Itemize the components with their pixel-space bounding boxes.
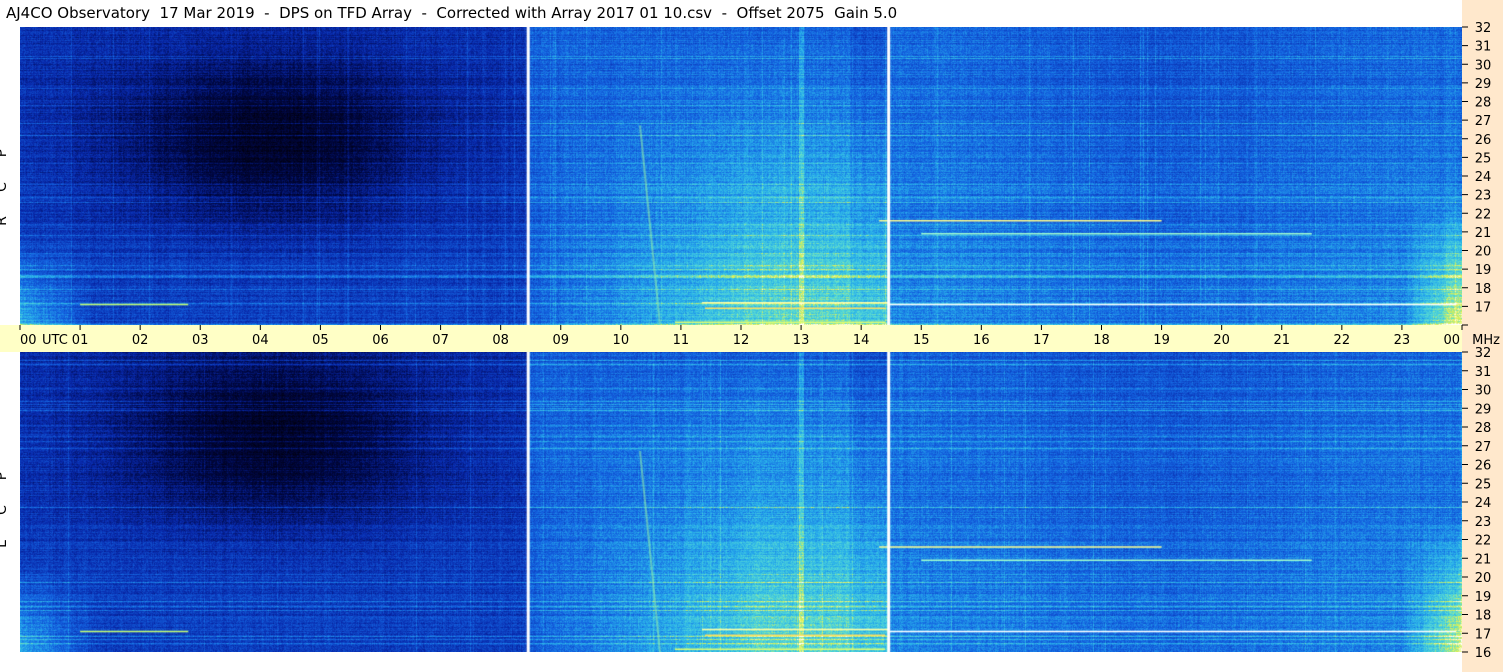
rcp-label: P C R: [0, 136, 18, 238]
lcp-letter-c: C: [0, 502, 27, 518]
lcp-label: P C L: [0, 459, 18, 561]
lcp-spectrogram: [20, 352, 1462, 652]
rcp-letter-p: P: [0, 145, 27, 161]
lcp-letter-p: P: [0, 468, 27, 484]
rcp-letter-c: C: [0, 179, 27, 195]
rcp-letter-r: R: [0, 213, 27, 229]
utc-time-axis: [0, 325, 1462, 352]
lcp-letter-l: L: [0, 536, 27, 552]
frequency-axis-strip: [1462, 0, 1503, 672]
page-title: AJ4CO Observatory 17 Mar 2019 - DPS on T…: [0, 0, 1462, 27]
bottom-margin: [0, 652, 1462, 672]
rcp-spectrogram: [20, 27, 1462, 325]
